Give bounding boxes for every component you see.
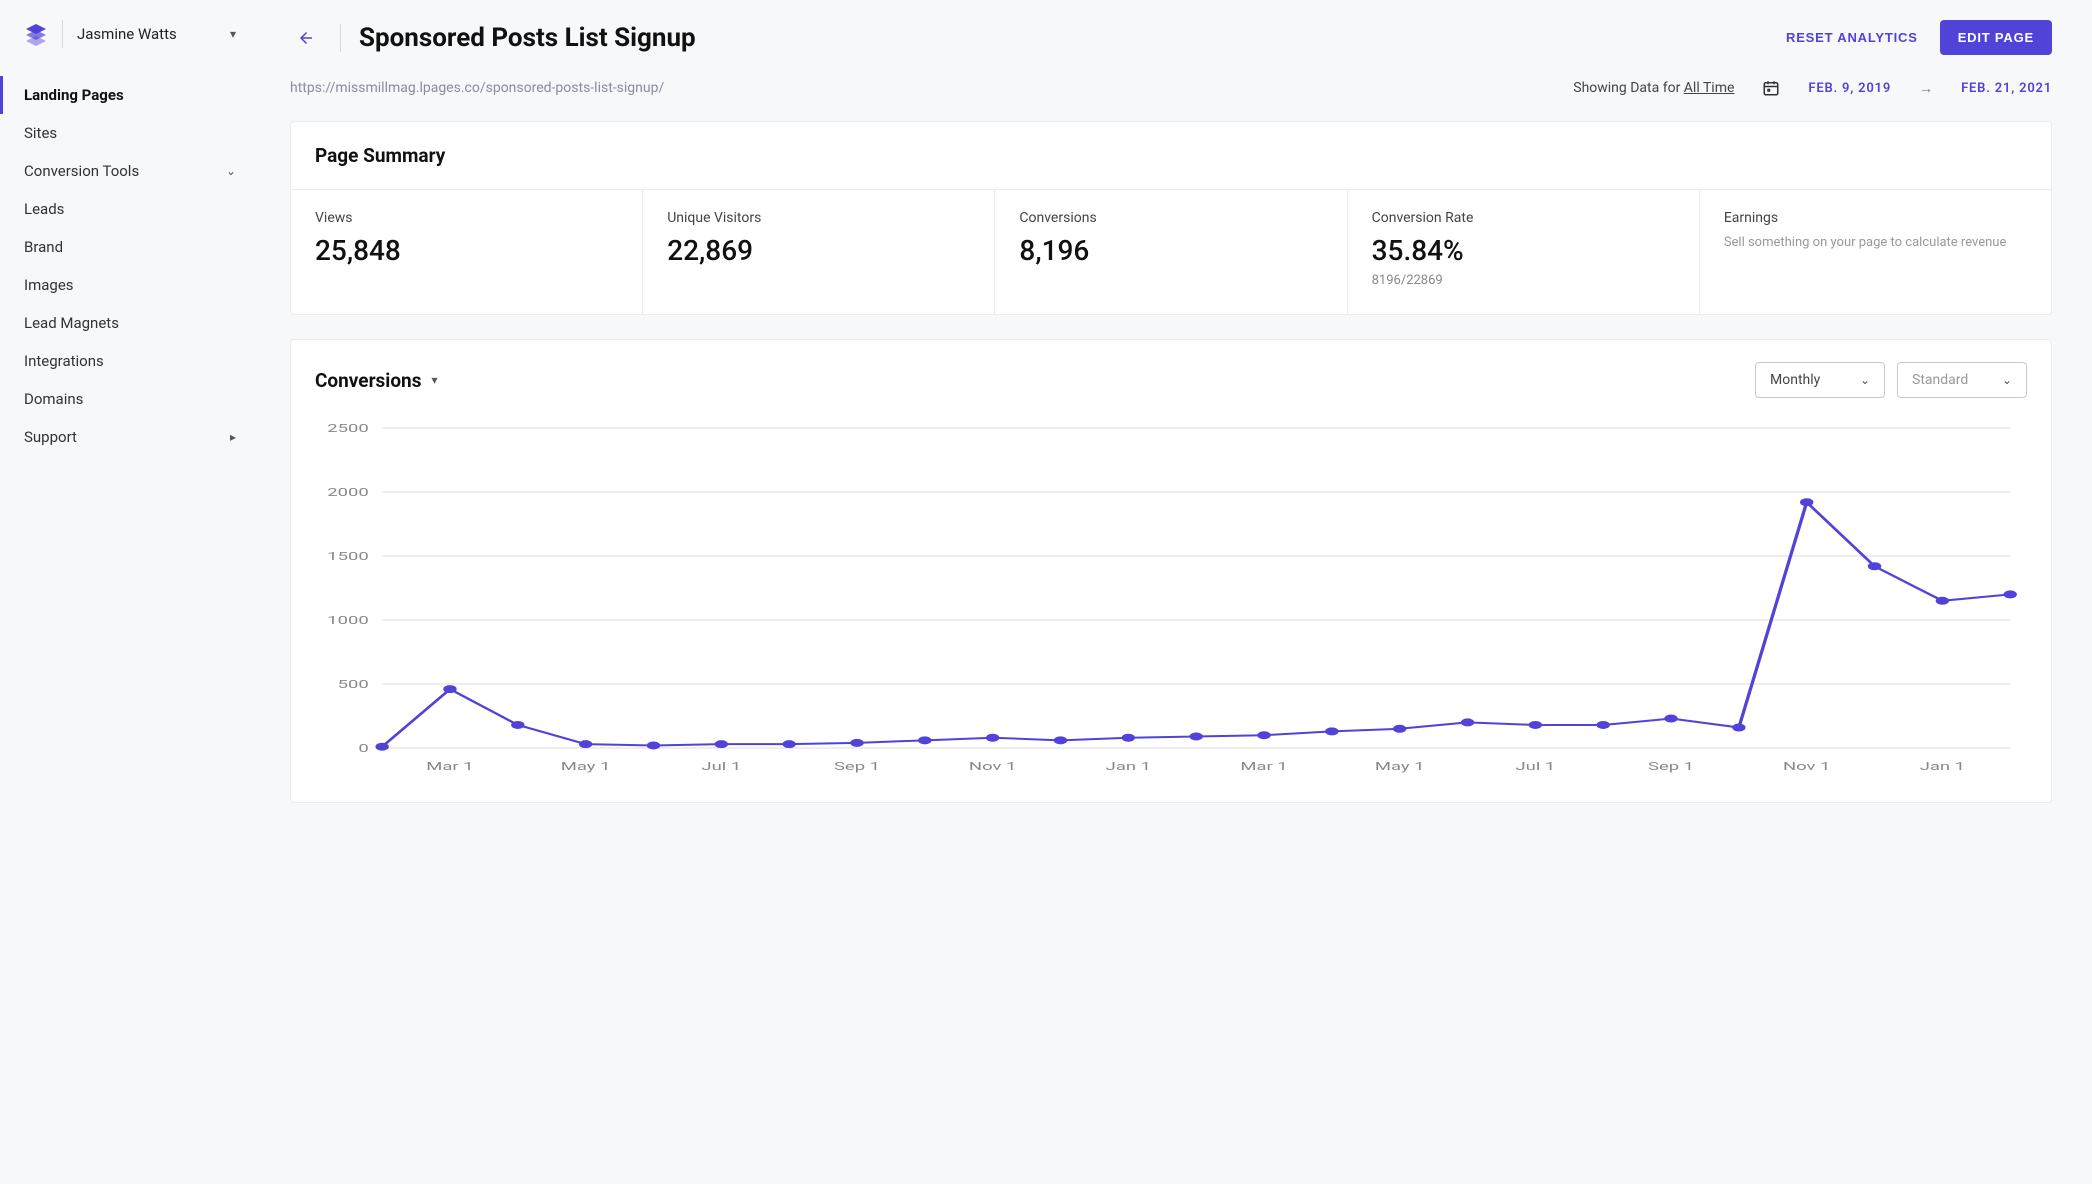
svg-text:Sep 1: Sep 1 — [1648, 760, 1694, 773]
summary-cell-views: Views 25,848 — [291, 190, 643, 314]
sidebar-item-label: Lead Magnets — [24, 314, 119, 332]
sidebar-item-brand[interactable]: Brand — [0, 228, 260, 266]
chart-title: Conversions — [315, 369, 421, 392]
logo-icon — [24, 22, 48, 46]
topbar-divider — [340, 24, 341, 52]
sidebar-item-label: Conversion Tools — [24, 162, 139, 180]
svg-text:Jul 1: Jul 1 — [701, 760, 741, 773]
summary-value: 8,196 — [1019, 234, 1322, 267]
reset-analytics-button[interactable]: RESET ANALYTICS — [1786, 30, 1918, 45]
svg-text:Nov 1: Nov 1 — [1783, 760, 1830, 773]
sidebar-item-label: Support — [24, 428, 77, 446]
interval-select[interactable]: Monthly ⌄ — [1755, 362, 1885, 398]
svg-text:1500: 1500 — [327, 550, 368, 563]
svg-text:May 1: May 1 — [1375, 760, 1425, 773]
chart-selects: Monthly ⌄ Standard ⌄ — [1755, 362, 2027, 398]
back-button[interactable] — [290, 22, 322, 54]
sidebar-item-leads[interactable]: Leads — [0, 190, 260, 228]
summary-cell-conversions: Conversions 8,196 — [995, 190, 1347, 314]
chevron-down-icon: ▾ — [431, 373, 437, 387]
chevron-down-icon: ⌄ — [1860, 373, 1870, 387]
topbar-right: RESET ANALYTICS EDIT PAGE — [1786, 20, 2052, 55]
sidebar-item-images[interactable]: Images — [0, 266, 260, 304]
summary-label: Unique Visitors — [667, 210, 970, 226]
summary-cell-unique-visitors: Unique Visitors 22,869 — [643, 190, 995, 314]
date-to[interactable]: FEB. 21, 2021 — [1961, 81, 2052, 96]
calendar-icon[interactable] — [1762, 79, 1780, 97]
page-summary-title: Page Summary — [291, 122, 2051, 189]
chevron-right-icon: ▸ — [230, 430, 236, 444]
summary-label: Earnings — [1724, 210, 2027, 226]
meta-right: Showing Data for All Time FEB. 9, 2019 →… — [1573, 79, 2052, 97]
summary-cell-earnings: Earnings Sell something on your page to … — [1700, 190, 2051, 314]
topbar: Sponsored Posts List Signup RESET ANALYT… — [290, 20, 2052, 79]
svg-text:Sep 1: Sep 1 — [834, 760, 880, 773]
svg-text:2000: 2000 — [327, 486, 368, 499]
select-value: Standard — [1912, 372, 1968, 388]
date-range-label: Showing Data for All Time — [1573, 80, 1734, 96]
main-content: Sponsored Posts List Signup RESET ANALYT… — [260, 0, 2092, 1184]
svg-text:Mar 1: Mar 1 — [426, 760, 473, 773]
summary-label: Conversion Rate — [1372, 210, 1675, 226]
sidebar-item-domains[interactable]: Domains — [0, 380, 260, 418]
summary-cell-conversion-rate: Conversion Rate 35.84% 8196/22869 — [1348, 190, 1700, 314]
sidebar-item-support[interactable]: Support ▸ — [0, 418, 260, 456]
sidebar: Jasmine Watts ▾ Landing Pages Sites Conv… — [0, 0, 260, 1184]
sidebar-item-conversion-tools[interactable]: Conversion Tools ⌄ — [0, 152, 260, 190]
sidebar-item-label: Domains — [24, 390, 83, 408]
summary-value: 35.84% — [1372, 234, 1675, 267]
sidebar-item-label: Landing Pages — [24, 86, 124, 104]
svg-text:0: 0 — [358, 742, 368, 755]
page-summary-card: Page Summary Views 25,848 Unique Visitor… — [290, 121, 2052, 315]
sidebar-item-label: Integrations — [24, 352, 104, 370]
summary-value: 25,848 — [315, 234, 618, 267]
sidebar-item-integrations[interactable]: Integrations — [0, 342, 260, 380]
summary-label: Views — [315, 210, 618, 226]
sidebar-item-label: Images — [24, 276, 74, 294]
sidebar-item-lead-magnets[interactable]: Lead Magnets — [0, 304, 260, 342]
svg-text:Jan 1: Jan 1 — [1106, 760, 1151, 773]
svg-text:Nov 1: Nov 1 — [969, 760, 1016, 773]
user-name: Jasmine Watts — [77, 25, 177, 43]
svg-text:500: 500 — [338, 678, 369, 691]
conversions-chart-card: Conversions ▾ Monthly ⌄ Standard ⌄ 0 500 1… — [290, 339, 2052, 803]
sidebar-item-landing-pages[interactable]: Landing Pages — [0, 76, 260, 114]
svg-text:1000: 1000 — [327, 614, 368, 627]
page-url[interactable]: https://missmillmag.lpages.co/sponsored-… — [290, 80, 664, 96]
showing-prefix: Showing Data for — [1573, 80, 1684, 96]
brand-row: Jasmine Watts ▾ — [0, 20, 260, 76]
svg-text:Mar 1: Mar 1 — [1240, 760, 1287, 773]
conversions-line-chart: 0 500 1000 1500 2000 2500 Mar 1 May 1 Jul 1 Sep 1… — [315, 418, 2027, 778]
summary-desc: Sell something on your page to calculate… — [1724, 234, 2027, 252]
summary-label: Conversions — [1019, 210, 1322, 226]
chevron-down-icon: ⌄ — [226, 164, 236, 178]
topbar-left: Sponsored Posts List Signup — [290, 22, 696, 54]
select-value: Monthly — [1770, 372, 1820, 388]
chart-area: 0 500 1000 1500 2000 2500 Mar 1 May 1 Jul 1 Sep 1… — [291, 408, 2051, 802]
svg-text:2500: 2500 — [327, 422, 368, 435]
sidebar-item-label: Leads — [24, 200, 64, 218]
date-range-link[interactable]: All Time — [1684, 80, 1735, 96]
sidebar-item-sites[interactable]: Sites — [0, 114, 260, 152]
edit-page-button[interactable]: EDIT PAGE — [1940, 20, 2052, 55]
summary-sub: 8196/22869 — [1372, 273, 1675, 288]
brand-divider — [62, 20, 63, 48]
page-title: Sponsored Posts List Signup — [359, 23, 696, 53]
chevron-down-icon: ⌄ — [2002, 373, 2012, 387]
sidebar-item-label: Brand — [24, 238, 63, 256]
mode-select[interactable]: Standard ⌄ — [1897, 362, 2027, 398]
sidebar-nav: Landing Pages Sites Conversion Tools ⌄ Le… — [0, 76, 260, 456]
svg-text:May 1: May 1 — [561, 760, 611, 773]
summary-row: Views 25,848 Unique Visitors 22,869 Conv… — [291, 189, 2051, 314]
chart-title-wrap[interactable]: Conversions ▾ — [315, 369, 437, 392]
svg-text:Jan 1: Jan 1 — [1920, 760, 1965, 773]
sidebar-item-label: Sites — [24, 124, 57, 142]
date-from[interactable]: FEB. 9, 2019 — [1808, 81, 1891, 96]
meta-row: https://missmillmag.lpages.co/sponsored-… — [290, 79, 2052, 121]
user-menu-chevron-icon[interactable]: ▾ — [230, 27, 236, 41]
chart-header: Conversions ▾ Monthly ⌄ Standard ⌄ — [291, 340, 2051, 408]
svg-text:Jul 1: Jul 1 — [1515, 760, 1555, 773]
summary-value: 22,869 — [667, 234, 970, 267]
arrow-right-icon: → — [1919, 80, 1933, 97]
